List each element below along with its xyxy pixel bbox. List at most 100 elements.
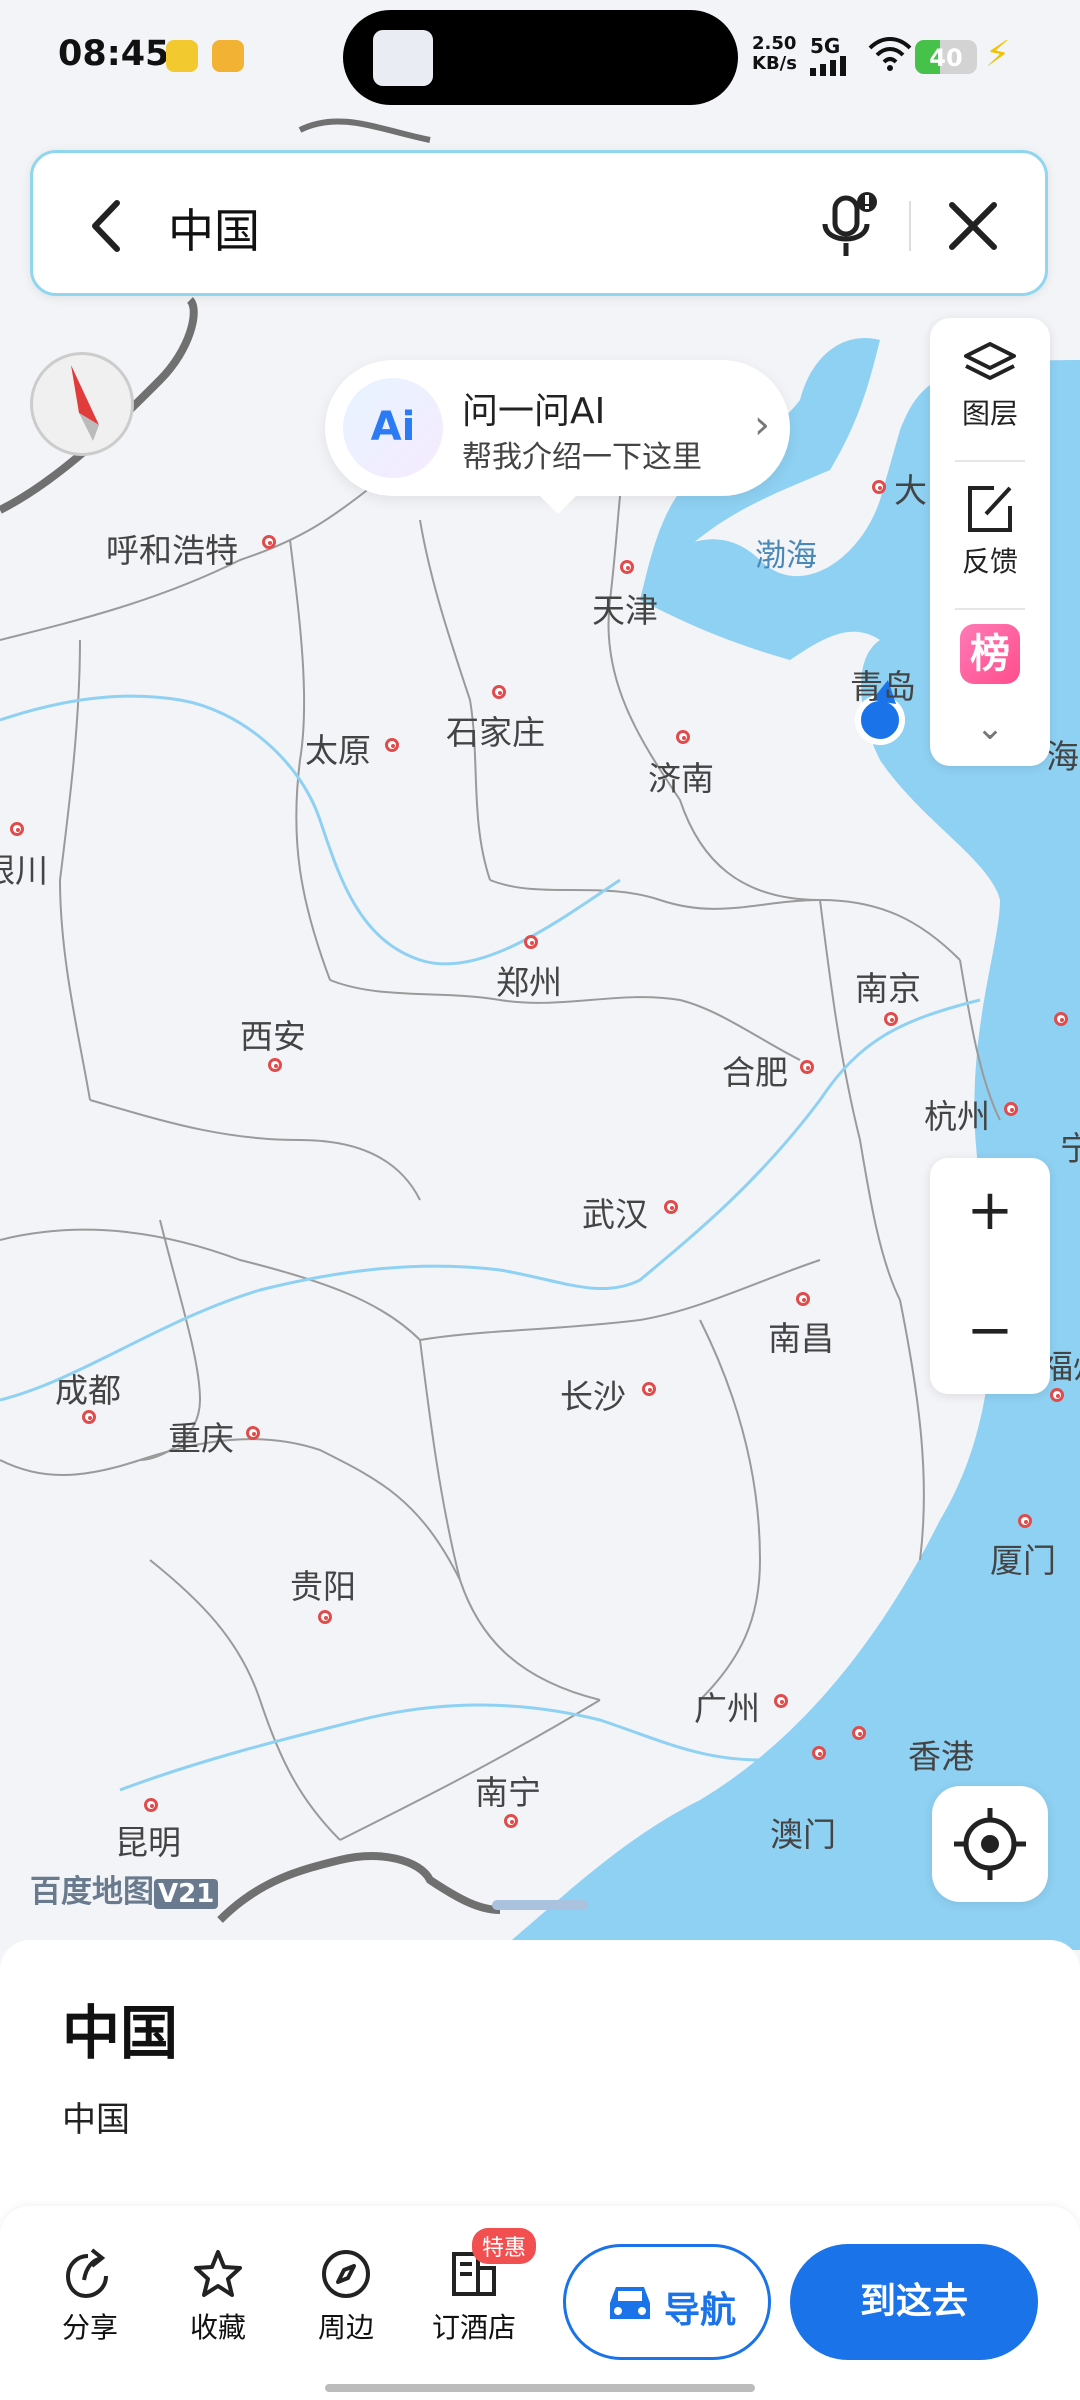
- voice-search-icon[interactable]: [813, 188, 883, 268]
- city-dot: [1004, 1102, 1018, 1116]
- city-label[interactable]: 香港: [908, 1730, 974, 1778]
- ai-logo-icon: Ai: [343, 378, 443, 478]
- zoom-out-button[interactable]: −: [930, 1298, 1050, 1363]
- city-label[interactable]: 海: [1046, 730, 1079, 778]
- feedback-button[interactable]: 反馈: [930, 480, 1050, 580]
- compass-button[interactable]: [30, 352, 134, 456]
- city-label[interactable]: 宁: [1060, 1122, 1080, 1170]
- chevron-right-icon: ›: [754, 402, 770, 448]
- zoom-controls: + −: [930, 1158, 1050, 1394]
- city-dot: [664, 1200, 678, 1214]
- city-label[interactable]: 贵阳: [290, 1560, 356, 1608]
- city-label[interactable]: 济南: [648, 752, 714, 800]
- city-dot: [884, 1012, 898, 1026]
- map-tools-panel: 图层 反馈 榜 ⌄: [930, 318, 1050, 766]
- city-label[interactable]: 南京: [855, 962, 921, 1010]
- ai-subtitle: 帮我介绍一下这里: [462, 440, 702, 475]
- net-speed: 2.50 KB/s: [752, 33, 797, 74]
- city-dot: [268, 1058, 282, 1072]
- ai-title: 问一问AI: [462, 391, 606, 432]
- city-dot: [504, 1814, 518, 1828]
- city-label[interactable]: 天津: [592, 584, 658, 632]
- place-title: 中国: [62, 1999, 179, 2067]
- city-label[interactable]: 长沙: [560, 1370, 626, 1418]
- feedback-label: 反馈: [961, 545, 1018, 578]
- layers-button[interactable]: 图层: [930, 338, 1050, 432]
- feedback-icon: [968, 486, 1012, 532]
- divider: [955, 608, 1025, 610]
- share-icon: [65, 2248, 108, 2299]
- city-label[interactable]: 郑州: [496, 956, 562, 1004]
- search-bar[interactable]: 中国: [30, 150, 1048, 296]
- favorite-button[interactable]: 收藏: [168, 2246, 268, 2346]
- city-dot: [774, 1694, 788, 1708]
- city-label[interactable]: 澳门: [770, 1808, 836, 1856]
- signal-icon: [810, 56, 846, 76]
- locate-icon: [954, 1808, 1026, 1880]
- city-label[interactable]: 重庆: [168, 1412, 234, 1460]
- dynamic-island: [343, 10, 738, 105]
- chevron-down-icon[interactable]: ⌄: [930, 708, 1050, 748]
- city-label[interactable]: 银川: [0, 844, 48, 892]
- city-label[interactable]: 呼和浩特: [106, 524, 238, 572]
- sea-label: 渤海: [755, 538, 817, 574]
- city-dot: [852, 1726, 866, 1740]
- city-label[interactable]: 合肥: [722, 1046, 788, 1094]
- sheet-handle[interactable]: [492, 1900, 588, 1910]
- city-dot: [144, 1798, 158, 1812]
- city-dot: [1018, 1514, 1032, 1528]
- car-icon: [610, 2287, 650, 2319]
- city-label[interactable]: 武汉: [582, 1188, 648, 1236]
- city-label[interactable]: 广州: [694, 1682, 760, 1730]
- city-label[interactable]: 大: [894, 464, 927, 512]
- ask-ai-bubble[interactable]: Ai 问一问AI 帮我介绍一下这里 ›: [325, 360, 790, 514]
- action-bar: 分享 收藏 周边 订酒店 特惠 导航 到这去: [0, 2206, 1080, 2400]
- status-bar: 08:45 2.50 KB/s 5G 40 ⚡: [0, 0, 1080, 110]
- navigate-label: 导航: [664, 2290, 737, 2331]
- weibo-icon: [212, 40, 244, 72]
- city-dot: [642, 1382, 656, 1396]
- share-label: 分享: [61, 2311, 118, 2344]
- go-here-button[interactable]: 到这去: [790, 2244, 1038, 2360]
- city-label[interactable]: 南宁: [475, 1766, 541, 1814]
- locate-me-button[interactable]: [932, 1786, 1048, 1902]
- compass-icon: [71, 365, 99, 441]
- nearby-button[interactable]: 周边: [296, 2246, 396, 2346]
- share-button[interactable]: 分享: [40, 2246, 140, 2346]
- city-dot: [524, 935, 538, 949]
- city-label[interactable]: 石家庄: [446, 706, 545, 754]
- city-dot: [812, 1746, 826, 1760]
- city-label[interactable]: 青岛: [850, 660, 916, 708]
- city-dot: [492, 685, 506, 699]
- ranking-icon: 榜: [960, 624, 1020, 684]
- search-query[interactable]: 中国: [168, 195, 260, 261]
- city-label[interactable]: 杭州: [924, 1090, 990, 1138]
- city-label[interactable]: 成都: [55, 1364, 121, 1412]
- city-label[interactable]: 南昌: [768, 1312, 834, 1360]
- city-label[interactable]: 昆明: [115, 1816, 181, 1864]
- back-icon[interactable]: [73, 191, 143, 261]
- city-dot: [385, 738, 399, 752]
- nearby-label: 周边: [317, 2311, 374, 2344]
- zoom-in-button[interactable]: +: [930, 1178, 1050, 1243]
- place-subtitle: 中国: [62, 2100, 130, 2140]
- city-label[interactable]: 西安: [240, 1010, 306, 1058]
- charging-icon: ⚡: [985, 34, 1011, 75]
- navigate-button[interactable]: 导航: [563, 2244, 771, 2360]
- city-dot: [82, 1410, 96, 1424]
- network-type: 5G: [810, 34, 841, 58]
- close-icon[interactable]: [938, 191, 1008, 261]
- city-label[interactable]: 厦门: [990, 1534, 1056, 1582]
- city-dot: [676, 730, 690, 744]
- city-dot: [800, 1060, 814, 1074]
- city-label[interactable]: 太原: [305, 724, 371, 772]
- app-notification-icon: [166, 40, 198, 72]
- city-dot: [796, 1292, 810, 1306]
- wifi-icon: [868, 37, 912, 71]
- favorite-label: 收藏: [189, 2311, 246, 2344]
- ranking-button[interactable]: 榜: [930, 624, 1050, 684]
- home-indicator[interactable]: [325, 2384, 755, 2392]
- hotel-label: 订酒店: [431, 2311, 516, 2344]
- compass-nearby-icon: [322, 2250, 370, 2298]
- city-dot: [246, 1426, 260, 1440]
